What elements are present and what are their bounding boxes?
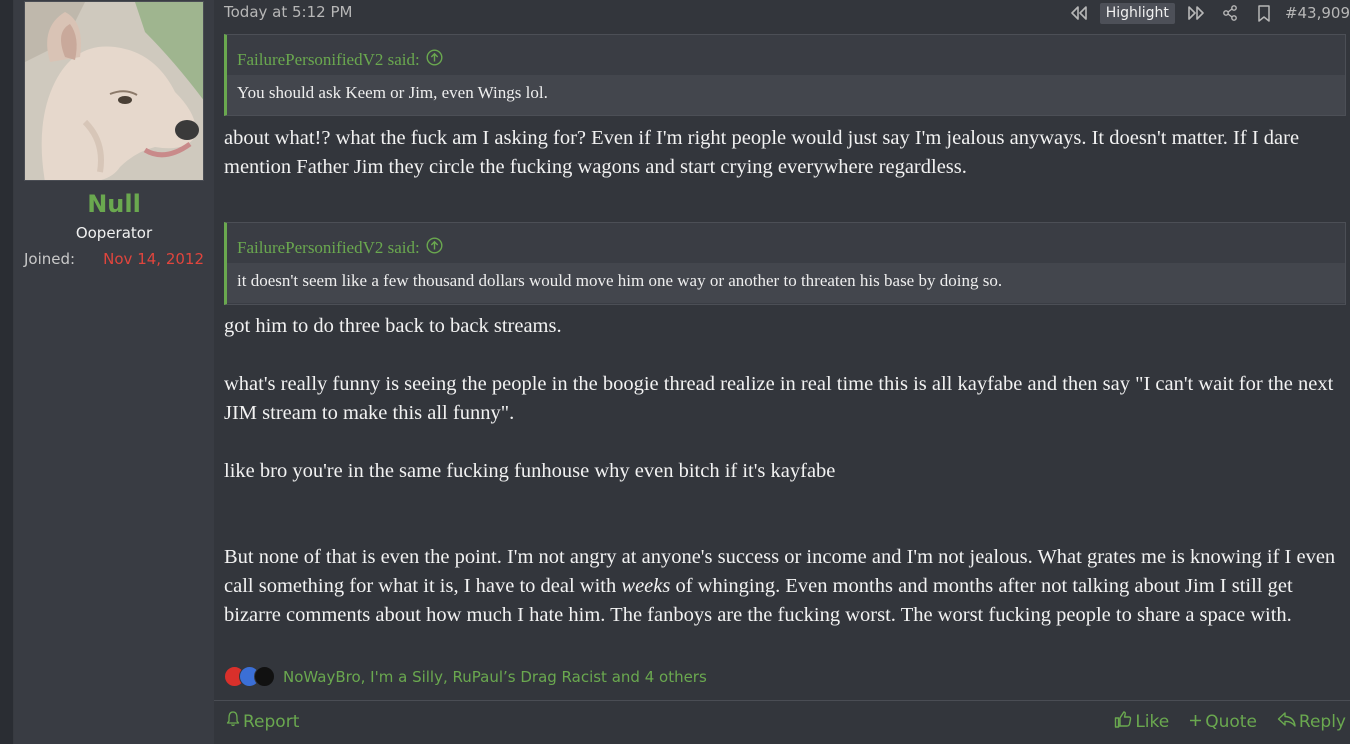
like-label: Like: [1135, 712, 1170, 732]
user-panel: Null Ooperator Joined: Nov 14, 2012: [14, 0, 214, 744]
fast-forward-icon[interactable]: [1183, 2, 1209, 24]
reactions-list-link[interactable]: NoWayBro, I'm a Silly, RuPaul’s Drag Rac…: [283, 668, 707, 686]
post-number[interactable]: #43,909: [1285, 4, 1350, 22]
message-paragraph: got him to do three back to back streams…: [224, 315, 562, 337]
rewind-icon[interactable]: [1066, 2, 1092, 24]
post-header: Today at 5:12 PM Highlight #43,909: [224, 0, 1350, 26]
post-footer: Report Like Quote Reply: [214, 700, 1350, 744]
message-paragraph: about what!? what the fuck am I asking f…: [224, 127, 1300, 178]
like-button[interactable]: Like: [1114, 711, 1169, 733]
post-header-actions: Highlight #43,909: [1066, 1, 1350, 25]
report-label: Report: [243, 711, 300, 732]
joined-label: Joined:: [24, 250, 76, 268]
highlight-button[interactable]: Highlight: [1099, 2, 1175, 24]
reply-button[interactable]: Reply: [1277, 711, 1346, 733]
quote-block: FailurePersonifiedV2 said: it doesn't se…: [224, 222, 1346, 305]
user-title: Ooperator: [75, 224, 153, 242]
arrow-up-circle-icon[interactable]: [426, 236, 443, 259]
post-date[interactable]: Today at 5:12 PM: [224, 3, 352, 21]
quote-text: You should ask Keem or Jim, even Wings l…: [227, 75, 1345, 115]
reply-icon: [1277, 712, 1296, 732]
top-hat-reaction-icon[interactable]: [254, 666, 275, 687]
reply-label: Reply: [1298, 712, 1346, 732]
quote-author[interactable]: FailurePersonifiedV2 said:: [237, 50, 420, 70]
avatar[interactable]: [24, 1, 204, 181]
left-rail: [0, 0, 14, 744]
bookmark-icon[interactable]: [1251, 2, 1277, 24]
post: Today at 5:12 PM Highlight #43,909 Failu…: [214, 0, 1350, 744]
quote-header: FailurePersonifiedV2 said:: [227, 223, 1345, 263]
message-paragraph: like bro you're in the same fucking funh…: [224, 460, 836, 482]
joined-date: Nov 14, 2012: [103, 250, 204, 268]
quote-author[interactable]: FailurePersonifiedV2 said:: [237, 238, 420, 258]
report-button[interactable]: Report: [226, 711, 299, 732]
message-paragraph: But none of that is even the point. I'm …: [224, 543, 1342, 630]
thumbs-up-icon: [1114, 711, 1132, 733]
share-icon[interactable]: [1217, 2, 1243, 24]
quote-block: FailurePersonifiedV2 said: You should as…: [224, 34, 1346, 116]
username[interactable]: Null: [14, 190, 214, 218]
message-paragraph: what's really funny is seeing the people…: [224, 373, 1334, 424]
quote-text: it doesn't seem like a few thousand doll…: [227, 263, 1345, 303]
plus-icon: [1189, 712, 1202, 732]
reaction-icons[interactable]: [224, 666, 275, 687]
emphasis-text: weeks: [621, 575, 671, 597]
quote-header: FailurePersonifiedV2 said:: [227, 35, 1345, 75]
footer-actions: Like Quote Reply: [1114, 711, 1346, 733]
quote-button[interactable]: Quote: [1189, 711, 1257, 733]
arrow-up-circle-icon[interactable]: [426, 48, 443, 71]
bell-icon: [226, 711, 240, 732]
quote-label: Quote: [1205, 712, 1257, 732]
reactions-bar: NoWayBro, I'm a Silly, RuPaul’s Drag Rac…: [224, 666, 707, 687]
